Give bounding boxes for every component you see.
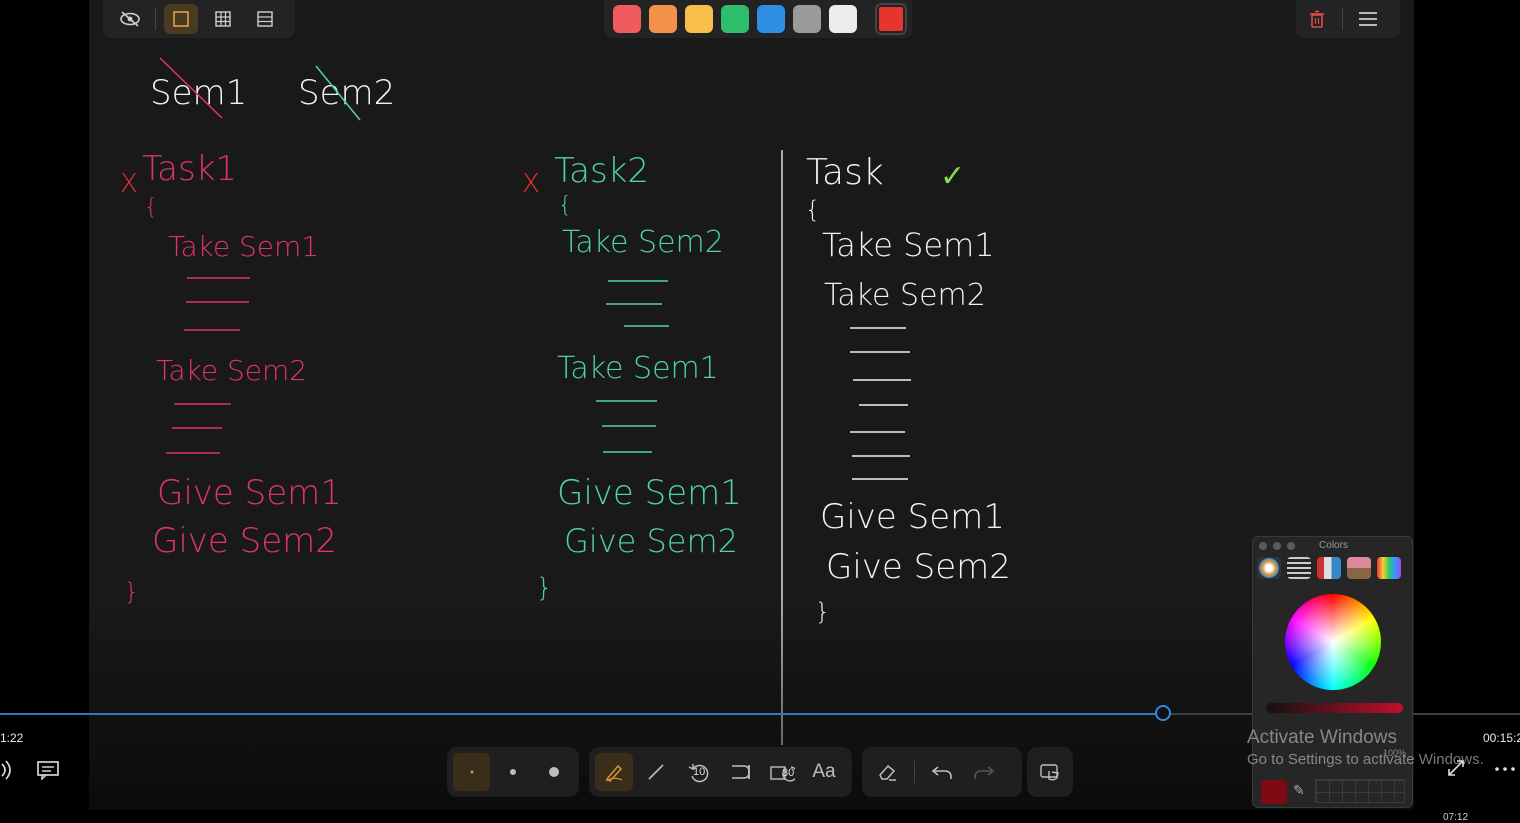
swatch-green[interactable] <box>721 5 749 33</box>
pink-line-4: Give Sem2 <box>152 521 337 561</box>
white-title: Task <box>806 152 884 193</box>
toolbar-separator <box>155 8 156 30</box>
color-wheel[interactable] <box>1285 594 1381 690</box>
more-options-icon[interactable] <box>1494 760 1516 783</box>
white-brace-close: } <box>815 598 830 626</box>
swatch-orange[interactable] <box>649 5 677 33</box>
white-line-1: Take Sem1 <box>822 226 995 264</box>
swatch-selected[interactable] <box>875 3 907 35</box>
small-dot-icon[interactable] <box>453 753 491 791</box>
square-frame-icon[interactable] <box>164 4 198 34</box>
toolbar-separator <box>914 761 915 783</box>
pen-icon[interactable] <box>595 753 633 791</box>
swatch-gray[interactable] <box>793 5 821 33</box>
forward-icon[interactable]: 30 <box>763 753 801 791</box>
rows-icon[interactable] <box>248 4 282 34</box>
white-line-2: Take Sem2 <box>824 278 986 313</box>
top-toolbar-right <box>1296 0 1400 38</box>
pink-brace-close: } <box>124 578 139 606</box>
white-brace-open: { <box>805 196 820 224</box>
seek-played <box>0 713 1165 715</box>
pink-x-mark: X <box>120 169 138 199</box>
teal-title: Task2 <box>554 151 649 191</box>
activate-windows-title: Activate Windows <box>1247 727 1397 748</box>
captions-icon[interactable] <box>37 760 59 785</box>
brightness-slider[interactable] <box>1266 703 1403 713</box>
teal-line-1: Take Sem2 <box>562 225 724 260</box>
white-check: ✓ <box>940 159 965 194</box>
colors-panel-title: Colors <box>1319 540 1348 551</box>
forward-label: 30 <box>782 767 795 779</box>
header-sem1: Sem1 <box>150 73 247 113</box>
eraser-icon[interactable] <box>868 753 906 791</box>
pink-line-3: Give Sem1 <box>157 473 342 513</box>
crayons-tab-icon[interactable] <box>1377 557 1401 579</box>
rewind-icon[interactable]: 10 <box>679 753 717 791</box>
pink-line-2: Take Sem2 <box>156 354 307 387</box>
teal-brace-open: { <box>558 193 572 218</box>
column-teal: X Task2 { Take Sem2 Take Sem1 Give Sem1 … <box>522 151 742 603</box>
sliders-tab-icon[interactable] <box>1287 557 1311 579</box>
medium-dot-icon[interactable] <box>494 753 531 791</box>
edit-toolbar <box>862 747 1022 797</box>
top-toolbar-left <box>103 0 295 38</box>
color-swatch-toolbar <box>604 0 912 38</box>
undo-icon[interactable] <box>923 753 961 791</box>
swatch-blue[interactable] <box>757 5 785 33</box>
swatch-white[interactable] <box>829 5 857 33</box>
column-white: Task ✓ { Take Sem1 Take Sem2 Give Sem1 G… <box>805 152 1011 626</box>
saved-colors-grid[interactable] <box>1315 779 1405 803</box>
teal-brace-close: } <box>536 573 553 603</box>
drawing-tools-toolbar: 10 30 Aa <box>589 747 852 797</box>
header-sem2: Sem2 <box>298 73 395 113</box>
swatch-red[interactable] <box>613 5 641 33</box>
swatch-yellow[interactable] <box>685 5 713 33</box>
fullscreen-icon[interactable] <box>1446 758 1466 784</box>
eye-slash-icon[interactable] <box>113 4 147 34</box>
white-line-4: Give Sem2 <box>826 547 1011 587</box>
line-icon[interactable] <box>637 753 675 791</box>
teal-line-2: Take Sem1 <box>557 351 719 386</box>
pink-title: Task1 <box>142 149 237 189</box>
clock-time: 07:12 <box>1443 812 1469 823</box>
rewind-label: 10 <box>693 766 706 778</box>
palettes-tab-icon[interactable] <box>1317 557 1341 579</box>
text-tool-button[interactable]: Aa <box>805 753 843 791</box>
menu-icon[interactable] <box>1351 4 1385 34</box>
volume-icon[interactable] <box>0 760 14 785</box>
hand-tool-icon[interactable] <box>1033 753 1067 791</box>
large-dot-icon[interactable] <box>536 753 573 791</box>
total-time: 00:15:2 <box>1483 731 1520 745</box>
frame-skip-icon[interactable] <box>721 753 759 791</box>
redo-icon[interactable] <box>965 753 1003 791</box>
trash-icon[interactable] <box>1300 4 1334 34</box>
grid-icon[interactable] <box>206 4 240 34</box>
elapsed-time: 1:22 <box>0 731 24 745</box>
seek-handle[interactable] <box>1155 705 1171 721</box>
current-color-swatch[interactable] <box>1261 780 1287 804</box>
eyedropper-icon[interactable]: ✎ <box>1293 782 1305 799</box>
image-palette-tab-icon[interactable] <box>1347 557 1371 579</box>
colors-panel-tabs <box>1257 557 1401 579</box>
column-pink: X Task1 { Take Sem1 Take Sem2 Give Sem1 … <box>120 149 342 606</box>
pink-line-1: Take Sem1 <box>168 230 319 263</box>
teal-x-mark: X <box>522 169 540 199</box>
color-wheel-tab-icon[interactable] <box>1257 557 1281 579</box>
pen-size-toolbar <box>447 747 579 797</box>
white-line-3: Give Sem1 <box>820 497 1005 537</box>
hand-toolbar <box>1027 747 1073 797</box>
toolbar-separator <box>1342 8 1343 30</box>
teal-line-4: Give Sem2 <box>564 522 738 560</box>
pink-brace-open: { <box>144 195 158 220</box>
teal-line-3: Give Sem1 <box>557 473 742 513</box>
